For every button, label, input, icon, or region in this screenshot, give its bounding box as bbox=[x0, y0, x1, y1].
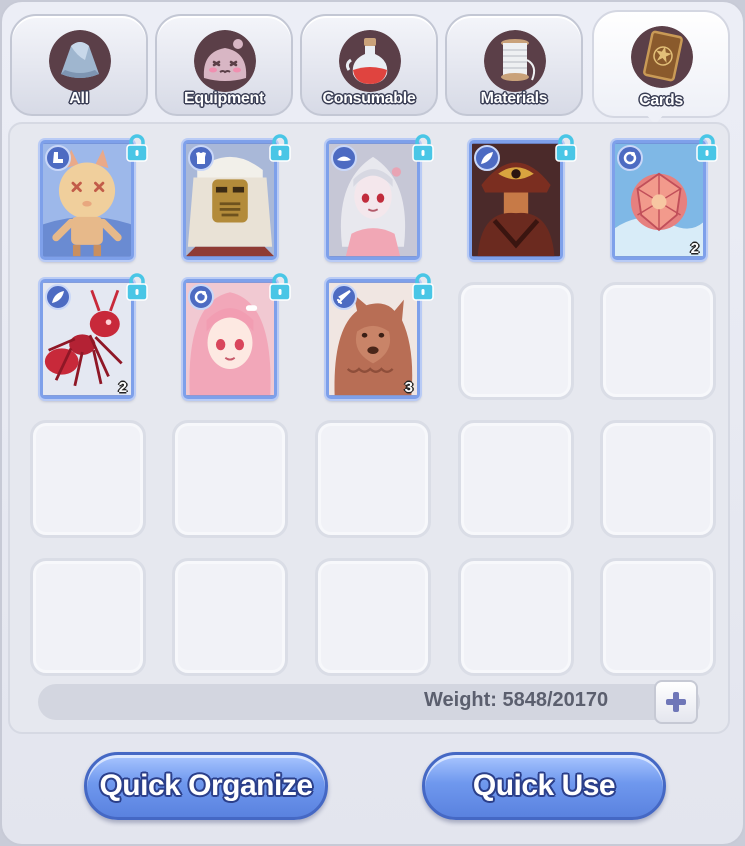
accessory-type-badge bbox=[188, 284, 214, 310]
empty-slot[interactable] bbox=[172, 558, 288, 676]
tab-materials-label: Materials bbox=[480, 90, 548, 107]
hat-icon bbox=[337, 156, 351, 161]
tab-equipment[interactable]: Equipment bbox=[155, 14, 293, 116]
feather-icon bbox=[481, 152, 493, 164]
empty-slot[interactable] bbox=[600, 282, 716, 400]
card-item-mummy-elder[interactable] bbox=[183, 140, 277, 260]
feather-type-badge bbox=[474, 145, 500, 171]
empty-slot[interactable] bbox=[30, 558, 146, 676]
tab-materials[interactable]: Materials bbox=[445, 14, 583, 116]
tab-consumable[interactable]: Consumable bbox=[300, 14, 438, 116]
accessory-icon bbox=[194, 290, 208, 304]
card-item-scarecrow[interactable] bbox=[40, 140, 134, 260]
quick-use-button[interactable]: Quick Use bbox=[422, 752, 666, 820]
rock-icon bbox=[49, 30, 111, 92]
sword-type-badge bbox=[331, 284, 357, 310]
armor-icon bbox=[196, 152, 206, 164]
lock-icon bbox=[412, 134, 434, 162]
empty-slot[interactable] bbox=[315, 420, 431, 538]
plus-icon bbox=[666, 692, 686, 712]
empty-slot[interactable] bbox=[600, 420, 716, 538]
tab-cards[interactable]: Cards bbox=[592, 10, 730, 118]
tab-all-label: All bbox=[69, 90, 89, 107]
empty-slot[interactable] bbox=[315, 558, 431, 676]
tab-all[interactable]: All bbox=[10, 14, 148, 116]
card-item-pink-orb[interactable]: 2 bbox=[612, 140, 706, 260]
card-item-red-ant[interactable]: 2 bbox=[40, 279, 134, 399]
feather-type-badge bbox=[45, 284, 71, 310]
lock-icon bbox=[269, 134, 291, 162]
empty-slot[interactable] bbox=[458, 420, 574, 538]
card-item-werewolf[interactable]: 3 bbox=[326, 279, 420, 399]
lock-icon bbox=[269, 273, 291, 301]
expand-weight-button[interactable] bbox=[654, 680, 698, 724]
category-tabs: All Equipment Consumable Materials Cards bbox=[10, 10, 732, 118]
empty-slot[interactable] bbox=[600, 558, 716, 676]
accessory-icon bbox=[623, 151, 637, 165]
lock-icon bbox=[696, 134, 718, 162]
card-item-hooded-figure[interactable] bbox=[469, 140, 563, 260]
potion-icon bbox=[339, 30, 401, 92]
lock-icon bbox=[555, 134, 577, 162]
quick-use-label: Quick Use bbox=[472, 769, 616, 802]
card-item-silver-girl[interactable] bbox=[326, 140, 420, 260]
poring-icon bbox=[194, 30, 256, 92]
sword-icon bbox=[336, 290, 351, 305]
card-quantity: 3 bbox=[404, 379, 413, 396]
empty-slot[interactable] bbox=[30, 420, 146, 538]
empty-slot[interactable] bbox=[458, 282, 574, 400]
hat-type-badge bbox=[331, 145, 357, 171]
quick-organize-button[interactable]: Quick Organize bbox=[84, 752, 328, 820]
tab-consumable-label: Consumable bbox=[322, 90, 416, 107]
card-icon bbox=[631, 26, 693, 88]
feather-icon bbox=[52, 291, 64, 303]
card-quantity: 2 bbox=[690, 240, 699, 257]
tab-cards-label: Cards bbox=[639, 92, 683, 109]
card-item-pink-girl[interactable] bbox=[183, 279, 277, 399]
empty-slot[interactable] bbox=[172, 420, 288, 538]
armor-type-badge bbox=[188, 145, 214, 171]
accessory-type-badge bbox=[617, 145, 643, 171]
boot-type-badge bbox=[45, 145, 71, 171]
lock-icon bbox=[126, 134, 148, 162]
quick-organize-label: Quick Organize bbox=[99, 769, 313, 802]
lock-icon bbox=[412, 273, 434, 301]
boot-icon bbox=[53, 152, 63, 163]
tab-equipment-label: Equipment bbox=[184, 90, 264, 107]
card-quantity: 2 bbox=[118, 379, 127, 396]
lock-icon bbox=[126, 273, 148, 301]
empty-slot[interactable] bbox=[458, 558, 574, 676]
weight-label: Weight: 5848/20170 bbox=[424, 689, 609, 711]
spool-icon bbox=[484, 30, 546, 92]
